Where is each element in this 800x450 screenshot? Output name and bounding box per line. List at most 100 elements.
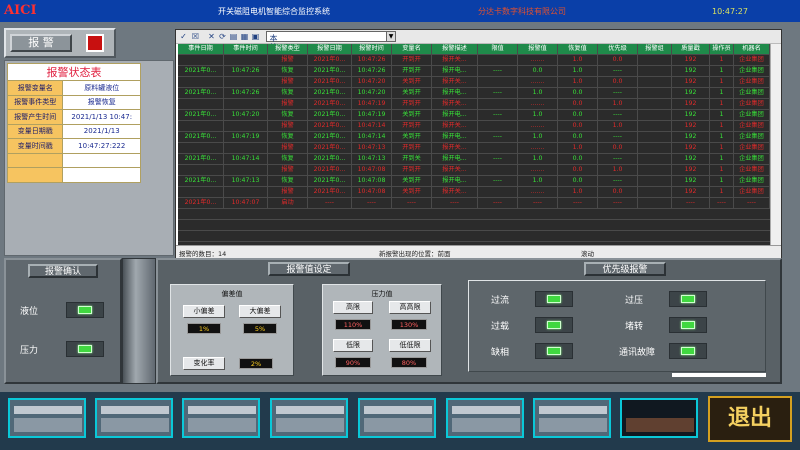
small-deviation-value[interactable]: 1% [187,323,221,334]
alarm-lamp-icon [86,34,104,52]
grid-cell: 2021年0... [308,154,352,164]
system-clock: 10:47:27 [712,7,748,16]
nav-screen-3[interactable] [182,398,260,438]
comm-fault-lamp[interactable] [669,343,707,359]
grid-cell: 10:47:19 [352,99,392,109]
grid-cell: ....... [518,121,558,131]
high-limit-value[interactable]: 110% [335,319,371,330]
rate-value[interactable]: 2% [239,358,273,369]
nav-screen-4[interactable] [270,398,348,438]
nav-screen-6[interactable] [446,398,524,438]
nav-screen-7[interactable] [533,398,611,438]
grid-cell: 企业集团 [734,55,770,65]
grid-cell: ---- [598,66,638,76]
table-row[interactable]: 报警 2021年0... 10:47:14 开到开 报开关.......... 0.0 1.… [178,121,770,132]
grid-cell: ---- [598,88,638,98]
table-row[interactable]: 报警 2021年0... 10:47:08 关到开 报开关.......... 1.0 0.… [178,187,770,198]
alarm-button[interactable]: 报 警 [10,34,72,52]
export-icon[interactable]: ▣ [251,32,260,41]
filter-icon[interactable]: ▦ [240,32,249,41]
grid-cell: 报开关... [432,143,478,153]
status-empty-value [62,167,141,183]
table-row[interactable]: 2021年0... 10:47:26 恢复 2021年0... 10:47:26 开到开报… [178,66,770,77]
cross-icon[interactable]: ✕ [207,32,216,41]
grid-cell: 1 [710,187,734,197]
high-high-limit-value[interactable]: 130% [391,319,427,330]
grid-cell: 报警 [268,121,308,131]
overcurrent-lamp[interactable] [535,291,573,307]
station-select[interactable]: 本站点▼ [266,31,396,61]
grid-cell [638,121,672,131]
big-deviation-value[interactable]: 5% [243,323,277,334]
grid-cell: 报开关... [432,187,478,197]
grid-cell: 2021年0... [178,88,224,98]
nav-screen-5[interactable] [358,398,436,438]
grid-header-cell: 机器名 [734,44,770,54]
vertical-scrollbar[interactable] [770,44,781,246]
grid-cell: ....... [518,143,558,153]
table-row[interactable]: 报警 2021年0... 10:47:13 开到开 报开关.......... 1.0 0.… [178,143,770,154]
table-row[interactable]: 报警 2021年0... 10:47:08 开到开 报开关.......... 0.0 1.… [178,165,770,176]
grid-cell: 企业集团 [734,99,770,109]
grid-cell: ....... [518,187,558,197]
grid-cell: 1.0 [558,55,598,65]
nav-screen-2[interactable] [95,398,173,438]
low-low-limit-button[interactable]: 低低限 [389,339,431,352]
grid-cell [224,121,268,131]
low-limit-value[interactable]: 90% [335,357,371,368]
table-row[interactable]: 2021年0... 10:47:07 启动 ---- ---- ---- ---- ---- -… [178,198,770,209]
low-limit-button[interactable]: 低限 [333,339,373,352]
status-key: 报警产生时间 [6,109,64,125]
high-limit-button[interactable]: 高限 [333,301,373,314]
nav-screen-1[interactable] [8,398,86,438]
grid-cell: 1.0 [558,143,598,153]
big-deviation-button[interactable]: 大偏差 [239,305,281,318]
grid-cell [178,165,224,175]
stall-label: 堵转 [625,322,644,332]
grid-cell: 10:47:14 [224,154,268,164]
low-low-limit-value[interactable]: 80% [391,357,427,368]
nav-screen-8[interactable] [620,398,698,438]
small-deviation-button[interactable]: 小偏差 [183,305,225,318]
grid-cell: 报开关... [432,121,478,131]
stall-lamp[interactable] [669,317,707,333]
refresh-icon[interactable]: ⟳ [218,32,227,41]
grid-cell: 1 [710,143,734,153]
grid-cell: 2021年0... [308,165,352,175]
grid-cell: 企业集团 [734,132,770,142]
grid-cell: 开到关 [392,154,432,164]
table-row[interactable]: 2021年0... 10:47:19 恢复 2021年0... 10:47:14 关到开报… [178,132,770,143]
grid-cell: 关到开 [392,187,432,197]
pressure-confirm-button[interactable] [66,341,104,357]
rate-button[interactable]: 变化率 [183,357,225,370]
grid-cell: 报警 [268,99,308,109]
table-row[interactable]: 报警 2021年0... 10:47:26 开到开 报开关.......... 1.0 0.… [178,55,770,66]
grid-cell: 恢复 [268,176,308,186]
overvoltage-lamp[interactable] [669,291,707,307]
high-high-limit-button[interactable]: 高高限 [389,301,431,314]
grid-cell: 2021年0... [308,143,352,153]
table-row[interactable]: 报警 2021年0... 10:47:19 开到开 报开关.......... 0.0 1.… [178,99,770,110]
grid-cell [478,165,518,175]
uncheck-icon[interactable]: ☒ [191,32,200,41]
table-row[interactable]: 报警 2021年0... 10:47:20 关到开 报开关.......... 1.0 0.… [178,77,770,88]
exit-button[interactable]: 退出 [708,396,792,442]
table-row[interactable]: 2021年0... 10:47:13 恢复 2021年0... 10:47:08 关到开报… [178,176,770,187]
overload-lamp[interactable] [535,317,573,333]
status-value: 2021/1/13 [62,123,141,139]
table-row[interactable]: 2021年0... 10:47:20 恢复 2021年0... 10:47:19 关到开报… [178,110,770,121]
phase-loss-lamp[interactable] [535,343,573,359]
check-icon[interactable]: ✓ [179,32,188,41]
overcurrent-label: 过流 [491,296,510,306]
grid-cell [638,77,672,87]
grid-cell: 192 [672,55,710,65]
table-row[interactable]: 2021年0... 10:47:14 恢复 2021年0... 10:47:13 开到关报… [178,154,770,165]
grid-cell: ....... [518,99,558,109]
grid-cell: 10:47:20 [352,77,392,87]
level-confirm-button[interactable] [66,302,104,318]
print-icon[interactable]: ▤ [229,32,238,41]
grid-cell: 1 [710,88,734,98]
grid-cell [224,165,268,175]
grid-cell: 恢复 [268,88,308,98]
table-row[interactable]: 2021年0... 10:47:26 恢复 2021年0... 10:47:20 关到开报… [178,88,770,99]
